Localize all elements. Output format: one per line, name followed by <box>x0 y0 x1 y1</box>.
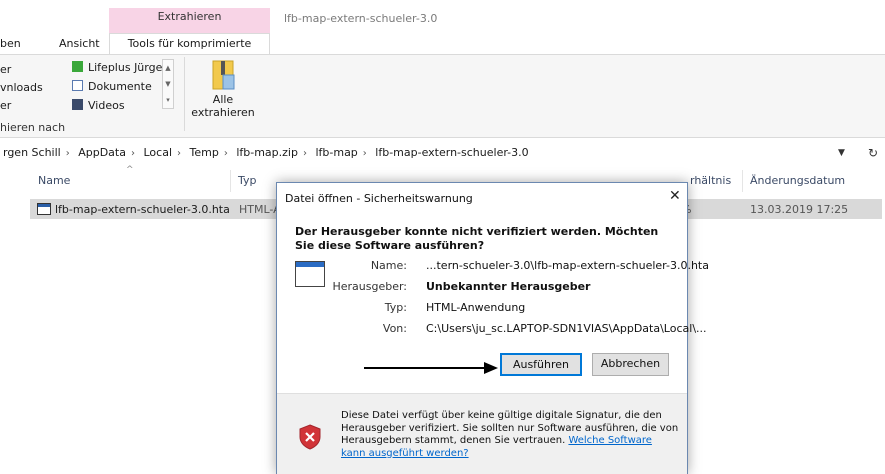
ribbon-left-item-2[interactable]: vnloads <box>0 81 43 94</box>
breadcrumb-current[interactable]: lfb-map-extern-schueler-3.0 <box>375 146 528 159</box>
address-bar[interactable]: rgen Schill › AppData › Local › Temp › lfb-m… <box>0 142 885 164</box>
file-name[interactable]: lfb-map-extern-schueler-3.0.hta <box>55 203 230 216</box>
breadcrumb-separator[interactable]: › <box>303 148 307 159</box>
dialog-footer: Diese Datei verfügt über keine gültige d… <box>277 393 687 474</box>
type-value: HTML-Anwendung <box>426 301 526 314</box>
sort-up-icon: ^ <box>126 165 134 175</box>
refresh-icon[interactable]: ↻ <box>868 142 878 164</box>
tab-start[interactable]: ben <box>0 37 21 50</box>
ribbon-left-item-1[interactable]: er <box>0 63 11 76</box>
breadcrumb-separator[interactable]: › <box>66 148 70 159</box>
video-icon <box>72 99 83 110</box>
close-icon[interactable]: ✕ <box>669 188 681 204</box>
column-separator[interactable] <box>230 170 231 192</box>
breadcrumb-user[interactable]: rgen Schill <box>3 146 61 159</box>
location-lifeplus[interactable]: Lifeplus Jürgen <box>72 61 169 74</box>
breadcrumb-lfb-map[interactable]: lfb-map <box>315 146 357 159</box>
run-button[interactable]: Ausführen <box>500 353 582 376</box>
location-dokumente[interactable]: Dokumente <box>72 80 152 93</box>
document-icon <box>72 80 83 91</box>
tab-compressed-folder-tools[interactable]: Tools für komprimierte Ordner <box>109 33 270 69</box>
extract-all-label-1: Alle <box>212 93 234 106</box>
expand-gallery-icon[interactable]: ▾ <box>163 92 173 108</box>
ribbon: er vnloads er Lifeplus Jürgen Dokumente … <box>0 54 885 138</box>
type-label: Typ: <box>384 301 407 314</box>
location-videos-label: Videos <box>88 99 125 112</box>
gallery-scroll[interactable]: ▲ ▼ ▾ <box>162 59 174 109</box>
tab-ansicht[interactable]: Ansicht <box>59 37 100 50</box>
breadcrumb-zip[interactable]: lfb-map.zip <box>236 146 298 159</box>
footer-message: Diese Datei verfügt über keine gültige d… <box>341 410 679 460</box>
breadcrumb-temp[interactable]: Temp <box>190 146 219 159</box>
hta-file-icon <box>37 203 51 215</box>
breadcrumb-separator[interactable]: › <box>224 148 228 159</box>
name-label: Name: <box>370 259 407 272</box>
file-type: HTML-A <box>239 203 281 216</box>
location-lifeplus-label: Lifeplus Jürgen <box>88 61 170 74</box>
chevron-down-icon[interactable]: ▼ <box>838 142 845 164</box>
breadcrumb: rgen Schill › AppData › Local › Temp › lfb-m… <box>0 142 532 165</box>
ribbon-group-label: hieren nach <box>0 121 66 134</box>
breadcrumb-local[interactable]: Local <box>143 146 172 159</box>
from-value: C:\Users\ju_sc.LAPTOP-SDN1VIAS\AppData\L… <box>426 322 707 335</box>
location-videos[interactable]: Videos <box>72 99 125 112</box>
scroll-down-icon[interactable]: ▼ <box>163 76 173 92</box>
group-separator <box>184 57 185 131</box>
location-dokumente-label: Dokumente <box>88 80 152 93</box>
annotation-arrow-icon <box>364 362 498 374</box>
extract-all-button[interactable]: Alle extrahieren <box>188 59 258 125</box>
breadcrumb-separator[interactable]: › <box>363 148 367 159</box>
ribbon-left-item-3[interactable]: er <box>0 99 11 112</box>
scroll-up-icon[interactable]: ▲ <box>163 60 173 76</box>
publisher-label: Herausgeber: <box>332 280 407 293</box>
dialog-title: Datei öffnen - Sicherheitswarnung <box>285 192 473 205</box>
column-type[interactable]: Typ <box>238 174 257 187</box>
shield-error-icon <box>299 424 321 450</box>
explorer-window: Extrahieren Tools für komprimierte Ordne… <box>0 0 885 474</box>
file-date: 13.03.2019 17:25 <box>750 203 849 216</box>
breadcrumb-appdata[interactable]: AppData <box>78 146 126 159</box>
breadcrumb-separator[interactable]: › <box>131 148 135 159</box>
cancel-button[interactable]: Abbrechen <box>592 353 669 376</box>
dialog-heading: Der Herausgeber konnte nicht verifiziert… <box>295 225 659 252</box>
from-label: Von: <box>382 322 407 335</box>
column-separator[interactable] <box>742 170 743 192</box>
publisher-value: Unbekannter Herausgeber <box>426 280 591 293</box>
zip-folder-icon <box>212 60 235 90</box>
extract-all-label-2: extrahieren <box>191 106 255 119</box>
breadcrumb-separator[interactable]: › <box>177 148 181 159</box>
security-warning-dialog: Datei öffnen - Sicherheitswarnung ✕ Der … <box>276 182 709 474</box>
folder-green-icon <box>72 61 83 72</box>
context-tab-header: Extrahieren <box>109 8 270 34</box>
ribbon-tabs-row: Extrahieren Tools für komprimierte Ordne… <box>0 0 885 69</box>
column-date[interactable]: Änderungsdatum <box>750 174 845 187</box>
name-value: ...tern-schueler-3.0\lfb-map-extern-schu… <box>426 259 709 272</box>
column-name[interactable]: Name <box>38 174 70 187</box>
window-title: lfb-map-extern-schueler-3.0 <box>284 12 438 25</box>
column-ratio[interactable]: rhältnis <box>690 174 731 187</box>
